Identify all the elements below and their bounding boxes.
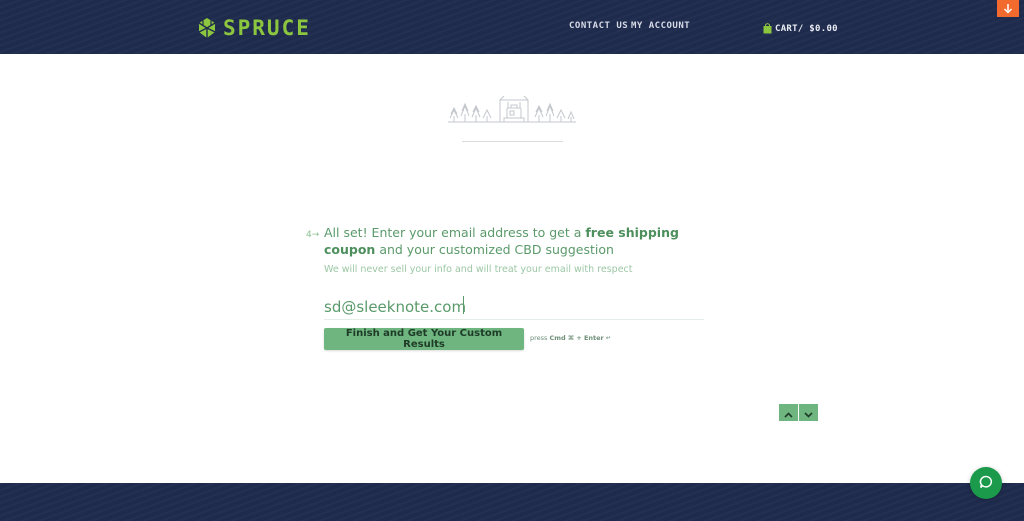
illustration-underline bbox=[462, 141, 563, 142]
spruce-cone-icon bbox=[197, 17, 217, 39]
hint-keys: Cmd ⌘ + Enter bbox=[549, 334, 604, 342]
site-footer bbox=[0, 483, 1024, 521]
question-title-text-end: and your customized CBD suggestion bbox=[375, 242, 614, 257]
text-cursor bbox=[463, 296, 464, 314]
finish-button[interactable]: Finish and Get Your Custom Results bbox=[324, 328, 524, 350]
chat-bubble-icon bbox=[979, 474, 993, 493]
chevron-down-icon bbox=[804, 403, 813, 422]
brand-name: SPRUCE bbox=[223, 16, 311, 40]
cart-total: CART/ $0.00 bbox=[775, 23, 838, 34]
shopping-bag-icon bbox=[763, 19, 772, 38]
brand-logo[interactable]: SPRUCE bbox=[197, 16, 311, 40]
scroll-down-button[interactable] bbox=[997, 0, 1019, 17]
arrow-down-icon bbox=[1003, 0, 1013, 18]
next-question-button[interactable] bbox=[799, 404, 818, 421]
nav-my-account[interactable]: MY ACCOUNT bbox=[631, 20, 690, 32]
question-number: 4→ bbox=[306, 230, 320, 240]
question-title-text: All set! Enter your email address to get… bbox=[324, 225, 586, 240]
chat-launcher-button[interactable] bbox=[970, 467, 1002, 499]
camping-illustration bbox=[448, 92, 576, 136]
chevron-up-icon bbox=[784, 403, 793, 422]
site-header: SPRUCE CONTACT US MY ACCOUNT CART/ $0.00 bbox=[0, 0, 1024, 54]
previous-question-button[interactable] bbox=[779, 404, 798, 421]
email-field[interactable] bbox=[324, 294, 704, 320]
enter-key-icon: ↵ bbox=[605, 334, 612, 342]
question-subtitle: We will never sell your info and will tr… bbox=[324, 264, 633, 275]
nav-contact-us[interactable]: CONTACT US bbox=[569, 20, 628, 32]
question-title: All set! Enter your email address to get… bbox=[324, 224, 724, 258]
keyboard-hint: press Cmd ⌘ + Enter ↵ bbox=[530, 334, 611, 343]
cart-link[interactable]: CART/ $0.00 bbox=[763, 19, 838, 38]
question-navigation bbox=[779, 404, 818, 421]
hint-text: press bbox=[530, 334, 550, 342]
